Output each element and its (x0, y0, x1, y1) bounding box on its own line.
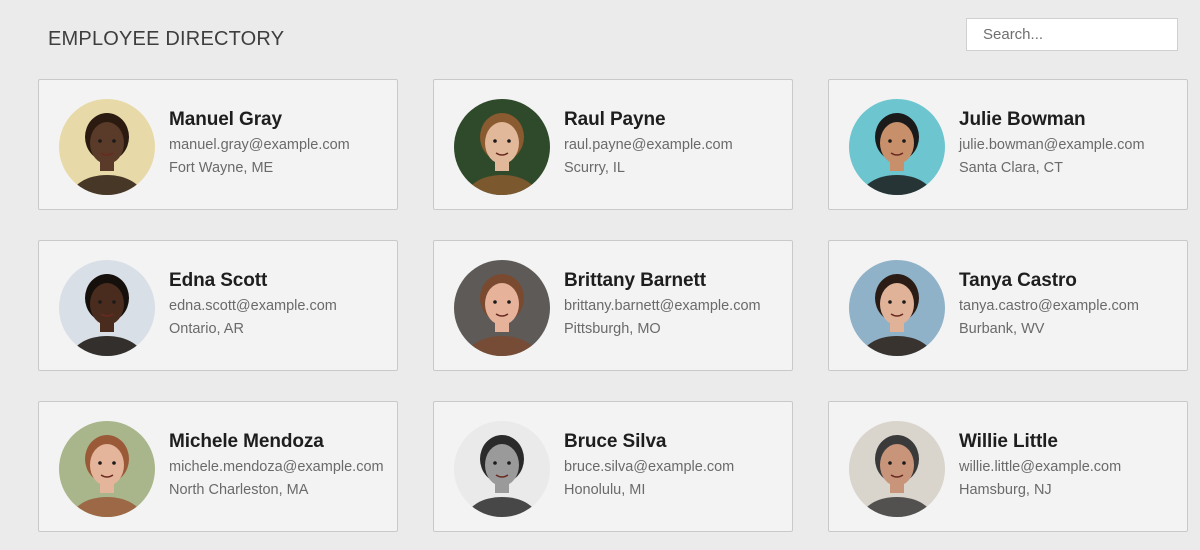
employee-location: Santa Clara, CT (959, 160, 1063, 176)
employee-info: Edna Scott edna.scott@example.com Ontari… (169, 270, 337, 338)
employee-name: Brittany Barnett (564, 270, 706, 291)
employee-name: Tanya Castro (959, 270, 1077, 291)
employee-info: Raul Payne raul.payne@example.com Scurry… (564, 109, 733, 177)
employee-name: Julie Bowman (959, 109, 1086, 130)
employee-location: Ontario, AR (169, 321, 244, 337)
employee-email: manuel.gray@example.com (169, 137, 350, 153)
employee-name: Michele Mendoza (169, 431, 324, 452)
employee-name: Manuel Gray (169, 109, 282, 130)
employee-card[interactable]: Bruce Silva bruce.silva@example.com Hono… (433, 401, 793, 532)
employee-name: Bruce Silva (564, 431, 667, 452)
employee-location: North Charleston, MA (169, 482, 309, 498)
employee-card[interactable]: Raul Payne raul.payne@example.com Scurry… (433, 79, 793, 210)
employee-location: Fort Wayne, ME (169, 160, 274, 176)
employee-card[interactable]: Tanya Castro tanya.castro@example.com Bu… (828, 240, 1188, 371)
page-title: EMPLOYEE DIRECTORY (48, 28, 285, 50)
employee-email: tanya.castro@example.com (959, 298, 1139, 314)
employee-name: Raul Payne (564, 109, 666, 130)
employee-info: Manuel Gray manuel.gray@example.com Fort… (169, 109, 350, 177)
employee-info: Bruce Silva bruce.silva@example.com Hono… (564, 431, 734, 499)
employee-info: Brittany Barnett brittany.barnett@exampl… (564, 270, 761, 338)
employee-location: Honolulu, MI (564, 482, 646, 498)
employee-location: Pittsburgh, MO (564, 321, 661, 337)
employee-email: edna.scott@example.com (169, 298, 337, 314)
employee-name: Willie Little (959, 431, 1058, 452)
employee-email: brittany.barnett@example.com (564, 298, 761, 314)
portrait-image (849, 99, 945, 195)
employee-card[interactable]: Julie Bowman julie.bowman@example.com Sa… (828, 79, 1188, 210)
employee-directory-page: EMPLOYEE DIRECTORY Manuel Gray manuel.gr… (0, 0, 1200, 550)
employee-info: Willie Little willie.little@example.com … (959, 431, 1121, 499)
employee-avatar (59, 421, 155, 517)
employee-info: Michele Mendoza michele.mendoza@example.… (169, 431, 384, 499)
employee-email: bruce.silva@example.com (564, 459, 735, 475)
employee-email: michele.mendoza@example.com (169, 459, 384, 475)
employee-avatar (849, 99, 945, 195)
employee-name: Edna Scott (169, 270, 268, 291)
employee-info: Tanya Castro tanya.castro@example.com Bu… (959, 270, 1139, 338)
portrait-image (454, 260, 550, 356)
employee-info: Julie Bowman julie.bowman@example.com Sa… (959, 109, 1145, 177)
portrait-image (59, 99, 155, 195)
employee-card[interactable]: Edna Scott edna.scott@example.com Ontari… (38, 240, 398, 371)
portrait-image (59, 260, 155, 356)
employee-avatar (454, 99, 550, 195)
employee-email: julie.bowman@example.com (959, 137, 1145, 153)
portrait-image (849, 260, 945, 356)
employee-card[interactable]: Willie Little willie.little@example.com … (828, 401, 1188, 532)
employee-location: Scurry, IL (564, 160, 625, 176)
employee-email: raul.payne@example.com (564, 137, 733, 153)
portrait-image (454, 99, 550, 195)
employee-avatar (454, 260, 550, 356)
portrait-image (454, 421, 550, 517)
portrait-image (59, 421, 155, 517)
employee-location: Burbank, WV (959, 321, 1045, 337)
employee-grid: Manuel Gray manuel.gray@example.com Fort… (38, 79, 1188, 532)
employee-avatar (59, 260, 155, 356)
employee-card[interactable]: Brittany Barnett brittany.barnett@exampl… (433, 240, 793, 371)
employee-avatar (454, 421, 550, 517)
employee-location: Hamsburg, NJ (959, 482, 1052, 498)
portrait-image (849, 421, 945, 517)
employee-avatar (59, 99, 155, 195)
employee-card[interactable]: Michele Mendoza michele.mendoza@example.… (38, 401, 398, 532)
employee-email: willie.little@example.com (959, 459, 1122, 475)
search-input[interactable] (966, 18, 1178, 51)
employee-card[interactable]: Manuel Gray manuel.gray@example.com Fort… (38, 79, 398, 210)
employee-avatar (849, 260, 945, 356)
employee-avatar (849, 421, 945, 517)
